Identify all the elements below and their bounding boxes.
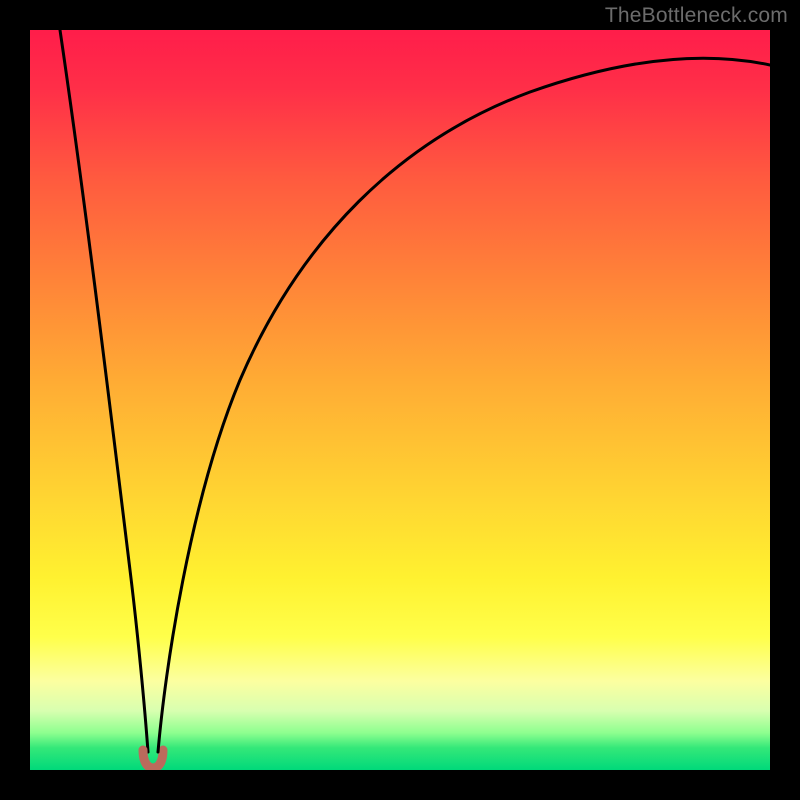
bottleneck-curve <box>30 30 770 770</box>
watermark-text: TheBottleneck.com <box>605 4 788 28</box>
curve-left-branch <box>60 30 148 752</box>
curve-notch <box>143 750 163 768</box>
curve-right-branch <box>158 58 770 752</box>
plot-area <box>30 30 770 770</box>
outer-frame: TheBottleneck.com <box>0 0 800 800</box>
